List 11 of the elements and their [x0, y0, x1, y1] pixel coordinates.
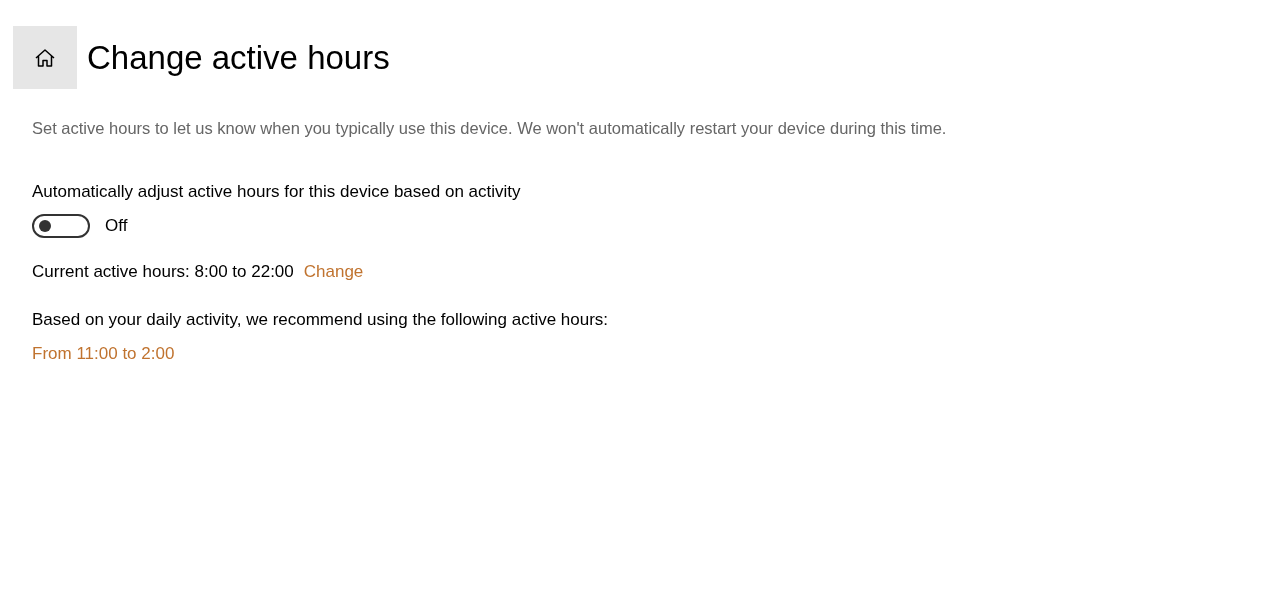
recommendation-text: Based on your daily activity, we recommend using the following active hours: [32, 310, 610, 330]
change-link[interactable]: Change [303, 262, 364, 282]
toggle-state-text: Off [105, 216, 128, 236]
page-title: Change active hours [87, 38, 390, 77]
toggle-switch[interactable] [32, 214, 90, 238]
recommended-hours-link[interactable]: From 11:00 to 2:00 [32, 344, 175, 364]
description-text: Set active hours to let us know when you typically use this device. We won't automatically restart your device during this time. [32, 119, 948, 138]
home-button[interactable] [13, 26, 77, 89]
setting-label: Automatically adjust active hours for this device based on activity [32, 182, 522, 202]
current-hours-text: Current active hours: 8:00 to 22:00 [32, 262, 294, 282]
home-icon [34, 47, 56, 68]
